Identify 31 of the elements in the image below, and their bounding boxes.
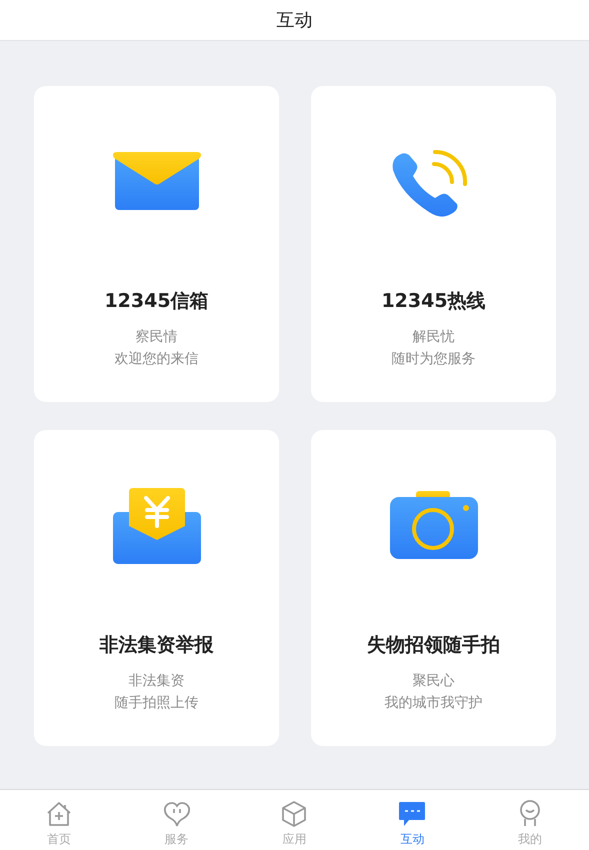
card-subtitle: 察民情 [136, 328, 178, 346]
tab-item[interactable]: 互动 [372, 790, 452, 848]
tab-item[interactable]: 服务 [136, 790, 217, 848]
tab-item[interactable]: 首页 [18, 790, 99, 848]
card-title: 12345热线 [381, 289, 486, 314]
card-title: 非法集资举报 [100, 633, 214, 658]
tab-label: 服务 [164, 831, 189, 848]
card-subtitle: 解民忧 [412, 328, 454, 346]
service-card[interactable]: 非法集资举报 非法集资 随手拍照上传 [34, 430, 279, 746]
service-card[interactable]: 12345热线 解民忧 随时为您服务 [311, 86, 556, 402]
card-subtitle: 欢迎您的来信 [114, 350, 198, 368]
tab-item[interactable]: 我的 [490, 790, 570, 848]
card-title: 失物招领随手拍 [367, 633, 500, 658]
tab-label: 我的 [518, 831, 542, 848]
tab-item[interactable]: 应用 [254, 790, 334, 848]
tab-label: 互动 [400, 831, 424, 848]
card-title: 12345信箱 [104, 289, 209, 314]
envelope-icon [110, 152, 202, 212]
card-subtitle: 我的城市我守护 [384, 694, 482, 712]
card-subtitle: 随时为您服务 [392, 350, 476, 368]
camera-icon [388, 491, 480, 561]
heart-icon [162, 799, 192, 829]
tab-label: 首页 [46, 831, 71, 848]
service-card[interactable]: 失物招领随手拍 聚民心 我的城市我守护 [311, 430, 556, 746]
money-envelope-icon [110, 488, 202, 564]
card-subtitle: 随手拍照上传 [114, 694, 198, 712]
card-subtitle: 非法集资 [128, 672, 184, 690]
service-card[interactable]: 12345信箱 察民情 欢迎您的来信 [34, 86, 279, 402]
page-title: 互动 [276, 9, 312, 32]
tab-label: 应用 [282, 831, 306, 848]
card-subtitle: 聚民心 [412, 672, 454, 690]
